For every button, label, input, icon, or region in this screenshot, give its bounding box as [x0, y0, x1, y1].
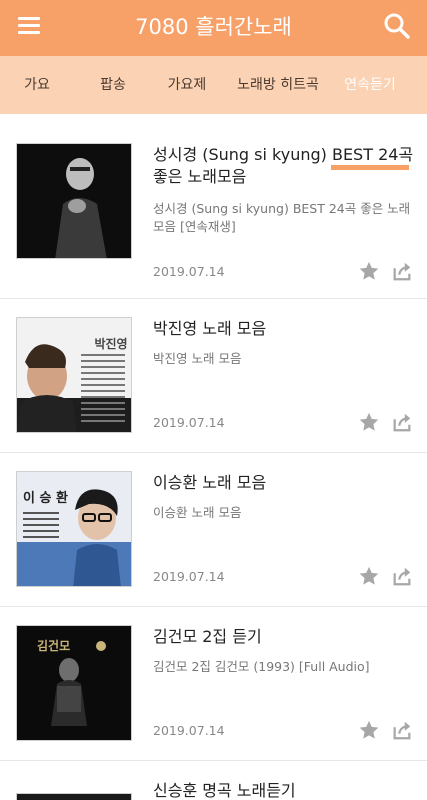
thumbnail-image: 박진영 [16, 317, 132, 433]
item-title: 성시경 (Sung si kyung) BEST 24곡 좋은 노래모음 [153, 145, 414, 186]
list-item[interactable]: 박진영 박진영 노래 모음 박진영 노래 모음 2019.07.14 [0, 299, 427, 453]
thumbnail-image: 이 승 환 [16, 471, 132, 587]
item-date: 2019.07.14 [153, 723, 225, 738]
list-item[interactable]: 신승훈 명곡 노래듣기 [0, 761, 427, 800]
item-date: 2019.07.14 [153, 264, 225, 279]
share-icon[interactable] [391, 565, 413, 587]
app-bar: 7080 흘러간노래 [0, 0, 427, 56]
tab-continuous-play[interactable]: 연속듣기 [333, 56, 407, 114]
item-date: 2019.07.14 [153, 415, 225, 430]
star-icon[interactable] [358, 260, 380, 282]
item-title: 이승환 노래 모음 [153, 473, 267, 492]
tab-gayo[interactable]: 가요 [12, 56, 62, 114]
item-description: 성시경 (Sung si kyung) BEST 24곡 좋은 노래모음 [연속… [153, 201, 411, 234]
item-title: 김건모 2집 듣기 [153, 627, 262, 646]
thumbnail-caption: 이 승 환 [23, 490, 68, 506]
category-tabs: 가요 팝송 가요제 노래방 히트곡 연속듣기 [0, 56, 427, 170]
tab-noraebang-hits[interactable]: 노래방 히트곡 [233, 56, 323, 114]
list-item[interactable]: 김건모 김건모 2집 듣기 김건모 2집 김건모 (1993) [Full Au… [0, 607, 427, 761]
thumbnail-image: 김건모 [16, 625, 132, 741]
search-icon[interactable] [383, 12, 411, 40]
item-description: 이승환 노래 모음 [153, 505, 242, 520]
tab-gayoje[interactable]: 가요제 [157, 56, 217, 114]
thumbnail-image [16, 143, 132, 259]
item-title: 신승훈 명곡 노래듣기 [153, 781, 296, 800]
item-date: 2019.07.14 [153, 569, 225, 584]
item-title: 박진영 노래 모음 [153, 319, 267, 338]
tab-popsong[interactable]: 팝송 [88, 56, 138, 114]
thumbnail-caption: 박진영 [94, 336, 127, 351]
item-description: 박진영 노래 모음 [153, 351, 242, 366]
star-icon[interactable] [358, 719, 380, 741]
thumbnail-image [16, 793, 132, 800]
share-icon[interactable] [391, 411, 413, 433]
list-item[interactable]: 이 승 환 이승환 노래 모음 이승환 노래 모음 2019.07.14 [0, 453, 427, 607]
share-icon[interactable] [391, 719, 413, 741]
list-item[interactable]: 성시경 (Sung si kyung) BEST 24곡 좋은 노래모음 성시경… [0, 114, 427, 299]
item-description: 김건모 2집 김건모 (1993) [Full Audio] [153, 659, 370, 674]
share-icon[interactable] [391, 260, 413, 282]
app-title: 7080 흘러간노래 [135, 15, 292, 39]
thumbnail-caption: 김건모 [37, 638, 70, 653]
star-icon[interactable] [358, 411, 380, 433]
star-icon[interactable] [358, 565, 380, 587]
